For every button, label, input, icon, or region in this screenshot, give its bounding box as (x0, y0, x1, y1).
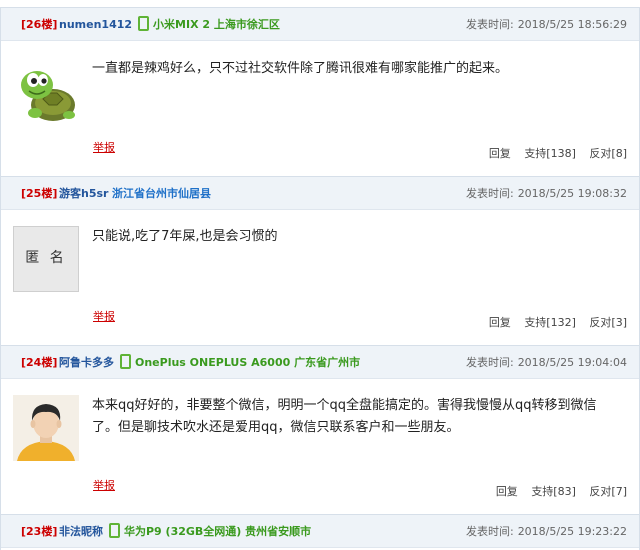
username[interactable]: 游客h5sr (59, 187, 108, 200)
comment-post: [24楼] 阿鲁卡多多 OnePlus ONEPLUS A6000 广东省广州市 … (0, 345, 640, 515)
support-button[interactable]: 支持[83] (531, 485, 576, 498)
comment-actions: 回复 支持[132] 反对[3] (479, 314, 627, 330)
mobile-phone-icon (109, 523, 120, 538)
turtle-avatar[interactable] (15, 61, 79, 125)
comment-post: [26楼] numen1412 小米MIX 2 上海市徐汇区 发表时间: 2018/… (0, 7, 640, 177)
anonymous-avatar[interactable]: 匿 名 (13, 226, 79, 292)
person-avatar[interactable] (13, 395, 79, 461)
mobile-phone-icon (120, 354, 131, 369)
post-time: 发表时间: 2018/5/25 19:08:32 (465, 187, 627, 200)
post-time: 发表时间: 2018/5/25 18:56:29 (465, 18, 627, 31)
comment-post: [23楼] 非法昵称 华为P9 (32GB全网通) 贵州省安顺市 发表时间: 201… (0, 514, 640, 550)
report-link[interactable]: 举报 (93, 139, 115, 155)
reply-button[interactable]: 回复 (496, 485, 518, 498)
post-header: [24楼] 阿鲁卡多多 OnePlus ONEPLUS A6000 广东省广州市 … (1, 345, 639, 379)
post-header: [25楼] 游客h5sr 浙江省台州市仙居县 发表时间: 2018/5/25 19… (1, 176, 639, 210)
floor-number: [24楼] (21, 356, 58, 369)
comment-post: [25楼] 游客h5sr 浙江省台州市仙居县 发表时间: 2018/5/25 19… (0, 176, 640, 346)
username[interactable]: 阿鲁卡多多 (59, 356, 114, 369)
device-location: OnePlus ONEPLUS A6000 广东省广州市 (135, 356, 361, 369)
post-time: 发表时间: 2018/5/25 19:23:22 (465, 525, 627, 538)
post-time: 发表时间: 2018/5/25 19:04:04 (465, 356, 627, 369)
post-header: [26楼] numen1412 小米MIX 2 上海市徐汇区 发表时间: 2018/… (1, 7, 639, 41)
comment-text: 本来qq好好的，非要整个微信，明明一个qq全盘能搞定的。害得我慢慢从qq转移到微… (92, 398, 597, 435)
oppose-button[interactable]: 反对[7] (589, 485, 627, 498)
username[interactable]: 非法昵称 (59, 525, 103, 538)
support-button[interactable]: 支持[132] (524, 316, 576, 329)
username[interactable]: numen1412 (59, 18, 132, 31)
post-header: [23楼] 非法昵称 华为P9 (32GB全网通) 贵州省安顺市 发表时间: 201… (1, 514, 639, 548)
comment-text: 只能说,吃了7年屎,也是会习惯的 (92, 229, 278, 244)
oppose-button[interactable]: 反对[8] (589, 147, 627, 160)
floor-number: [23楼] (21, 525, 58, 538)
reply-button[interactable]: 回复 (489, 147, 511, 160)
oppose-button[interactable]: 反对[3] (589, 316, 627, 329)
support-button[interactable]: 支持[138] (524, 147, 576, 160)
floor-number: [25楼] (21, 187, 58, 200)
floor-number: [26楼] (21, 18, 58, 31)
comment-actions: 回复 支持[138] 反对[8] (479, 145, 627, 161)
mobile-phone-icon (138, 16, 150, 31)
comment-actions: 回复 支持[83] 反对[7] (486, 483, 627, 499)
report-link[interactable]: 举报 (93, 308, 115, 324)
comment-text: 一直都是辣鸡好么，只不过社交软件除了腾讯很难有哪家能推广的起来。 (92, 61, 509, 76)
report-link[interactable]: 举报 (93, 477, 115, 493)
device-location: 华为P9 (32GB全网通) 贵州省安顺市 (124, 525, 312, 538)
reply-button[interactable]: 回复 (489, 316, 511, 329)
device-location: 小米MIX 2 上海市徐汇区 (153, 18, 280, 31)
user-location: 浙江省台州市仙居县 (111, 187, 211, 200)
